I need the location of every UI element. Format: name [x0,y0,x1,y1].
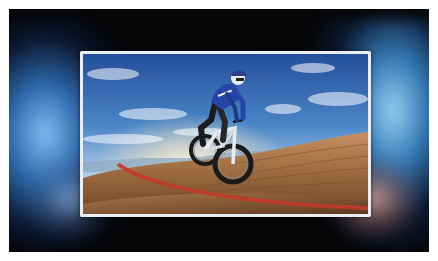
biker-scene [83,54,368,214]
tv-screen [83,54,368,214]
product-photo [0,0,438,261]
